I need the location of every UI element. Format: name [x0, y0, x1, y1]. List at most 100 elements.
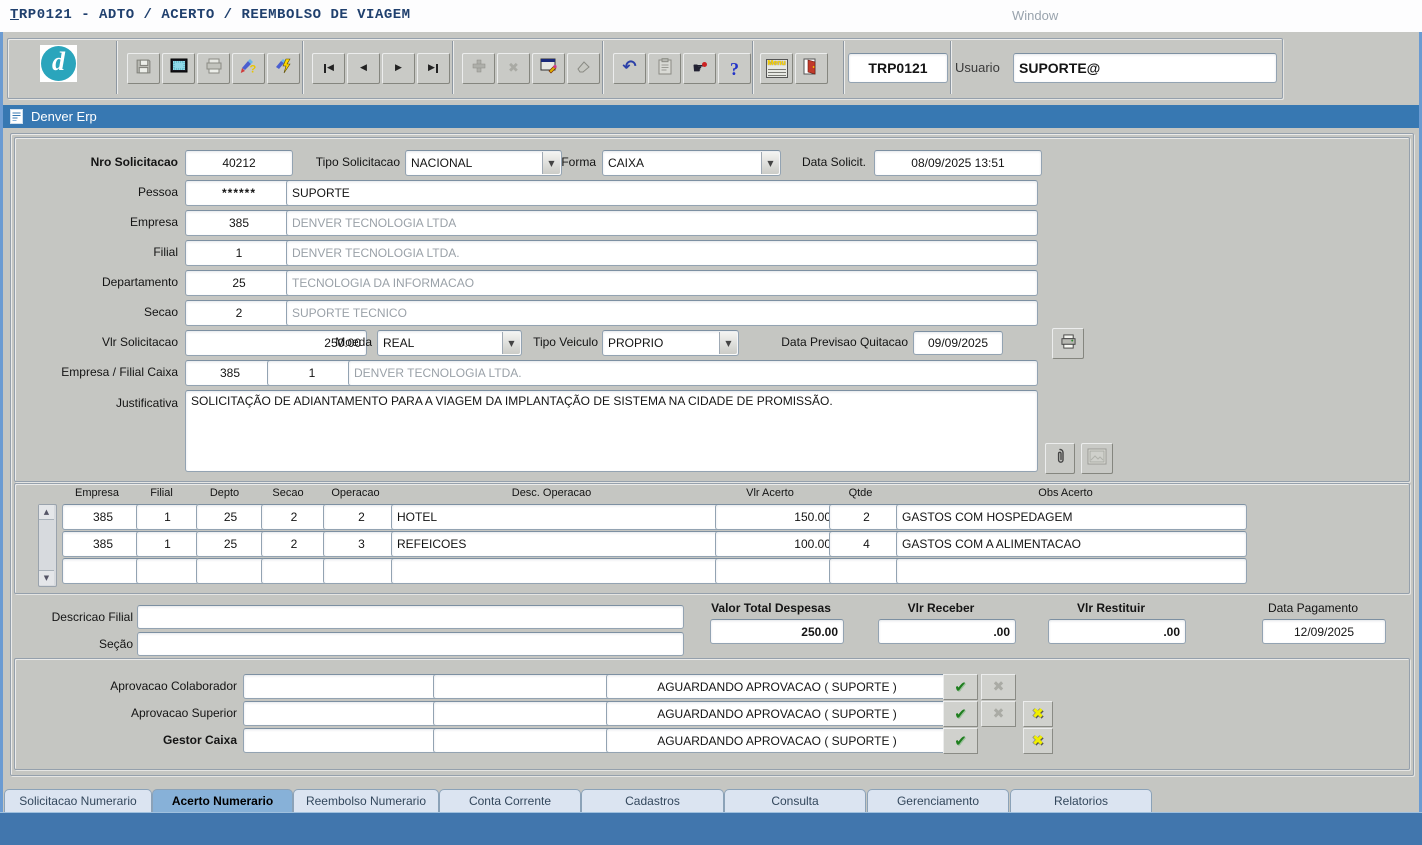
secao-code-field[interactable]: 2: [185, 300, 293, 326]
departamento-code-field[interactable]: 25: [185, 270, 293, 296]
chevron-down-icon[interactable]: ▼: [719, 332, 737, 354]
justificativa-textarea[interactable]: SOLICITAÇÃO DE ADIANTAMENTO PARA A VIAGE…: [185, 390, 1038, 472]
grid-cell[interactable]: HOTEL: [391, 504, 724, 530]
grid-cell[interactable]: GASTOS COM A ALIMENTACAO: [896, 531, 1247, 557]
check-icon: ✔: [954, 705, 967, 723]
approval-status-field: AGUARDANDO APROVACAO ( SUPORTE ): [606, 674, 948, 699]
chevron-down-icon[interactable]: ▼: [502, 332, 520, 354]
secao-total-label: Seção: [20, 633, 133, 655]
data-solicit-field[interactable]: 08/09/2025 13:51: [874, 150, 1042, 176]
nro-solicitacao-field[interactable]: 40212: [185, 150, 293, 176]
grid-cell[interactable]: [715, 558, 837, 584]
approval-user-field[interactable]: [433, 674, 613, 699]
menu-button[interactable]: Menu: [760, 53, 793, 84]
tab-reembolso-numerario[interactable]: Reembolso Numerario: [293, 789, 439, 812]
filial-caixa-field[interactable]: 1: [267, 360, 357, 386]
cancel-approval-button[interactable]: ✖: [1023, 701, 1053, 727]
forma-dropdown[interactable]: CAIXA ▼: [602, 150, 781, 176]
grid-cell[interactable]: 25: [196, 504, 265, 530]
reject-button[interactable]: ✖: [981, 701, 1016, 727]
denver-logo: d: [40, 45, 77, 82]
clear-button[interactable]: [567, 53, 600, 84]
approve-button[interactable]: ✔: [943, 674, 978, 700]
grid-cell[interactable]: 100.00: [715, 531, 837, 557]
approval-date-field[interactable]: [243, 701, 441, 726]
next-record-button[interactable]: ▶: [382, 53, 415, 84]
reject-button[interactable]: ✖: [981, 674, 1016, 700]
grid-cell[interactable]: 25: [196, 531, 265, 557]
cancel-approval-button[interactable]: ✖: [1023, 728, 1053, 754]
grid-cell[interactable]: [391, 558, 724, 584]
image-button[interactable]: [1081, 443, 1113, 474]
grid-cell[interactable]: REFEICOES: [391, 531, 724, 557]
grid-cell[interactable]: 3: [323, 531, 400, 557]
tab-conta-corrente[interactable]: Conta Corrente: [439, 789, 581, 812]
menu-icon-lines: [768, 69, 786, 76]
query-window-button[interactable]: [532, 53, 565, 84]
grid-cell[interactable]: 1: [136, 531, 199, 557]
menu-window[interactable]: Window: [1012, 8, 1058, 23]
tab-relatorios[interactable]: Relatorios: [1010, 789, 1152, 812]
empresa-code-field[interactable]: 385: [185, 210, 293, 236]
grid-cell[interactable]: 1: [136, 504, 199, 530]
grid-cell[interactable]: [136, 558, 199, 584]
exit-button[interactable]: [795, 53, 828, 84]
empresa-caixa-field[interactable]: 385: [185, 360, 275, 386]
tab-solicitacao-numerario[interactable]: Solicitacao Numerario: [4, 789, 152, 812]
tipo-veiculo-dropdown[interactable]: PROPRIO ▼: [602, 330, 739, 356]
tab-cadastros[interactable]: Cadastros: [581, 789, 724, 812]
print-request-button[interactable]: [1052, 328, 1084, 359]
help-button[interactable]: ?: [718, 53, 751, 84]
grid-cell[interactable]: [896, 558, 1247, 584]
tipo-veiculo-label: Tipo Veiculo: [520, 331, 598, 353]
approve-button[interactable]: ✔: [943, 728, 978, 754]
execute-button[interactable]: [267, 53, 300, 84]
pessoa-code-field[interactable]: ******: [185, 180, 293, 206]
tab-acerto-numerario[interactable]: Acerto Numerario: [152, 789, 293, 812]
filial-code-field[interactable]: 1: [185, 240, 293, 266]
query-help-button[interactable]: ?: [232, 53, 265, 84]
pessoa-name-field: SUPORTE: [286, 180, 1038, 206]
approval-user-field[interactable]: [433, 701, 613, 726]
grid-cell[interactable]: [62, 558, 144, 584]
tab-gerenciamento[interactable]: Gerenciamento: [867, 789, 1009, 812]
approve-button[interactable]: ✔: [943, 701, 978, 727]
grid-cell[interactable]: [261, 558, 327, 584]
scroll-down-button[interactable]: ▼: [39, 570, 54, 585]
moeda-dropdown[interactable]: REAL ▼: [377, 330, 522, 356]
grid-cell[interactable]: [196, 558, 265, 584]
grid-cell[interactable]: 2: [261, 531, 327, 557]
last-record-button[interactable]: ▶: [417, 53, 450, 84]
grid-cell[interactable]: GASTOS COM HOSPEDAGEM: [896, 504, 1247, 530]
grid-cell[interactable]: 2: [261, 504, 327, 530]
approval-date-field[interactable]: [243, 728, 441, 753]
approval-user-field[interactable]: [433, 728, 613, 753]
grid-cell[interactable]: 4: [829, 531, 904, 557]
grid-cell[interactable]: 2: [829, 504, 904, 530]
attachment-button[interactable]: [1045, 443, 1075, 474]
grid-cell[interactable]: 2: [323, 504, 400, 530]
print-button[interactable]: [197, 53, 230, 84]
usuario-field[interactable]: SUPORTE@: [1013, 53, 1277, 83]
tab-consulta[interactable]: Consulta: [724, 789, 866, 812]
grid-cell[interactable]: [829, 558, 904, 584]
grid-cell[interactable]: 385: [62, 504, 144, 530]
grid-cell[interactable]: 385: [62, 531, 144, 557]
grid-cell[interactable]: 150.00: [715, 504, 837, 530]
cut-button[interactable]: ☛: [683, 53, 716, 84]
add-record-button[interactable]: [462, 53, 495, 84]
tipo-solicitacao-dropdown[interactable]: NACIONAL ▼: [405, 150, 562, 176]
delete-record-button[interactable]: ✖: [497, 53, 530, 84]
scroll-up-button[interactable]: ▲: [39, 505, 54, 520]
screen-button[interactable]: [162, 53, 195, 84]
previous-record-button[interactable]: ◀: [347, 53, 380, 84]
paste-button[interactable]: [648, 53, 681, 84]
undo-button[interactable]: ↶: [613, 53, 646, 84]
chevron-down-icon[interactable]: ▼: [761, 152, 779, 174]
data-previsao-quitacao-field[interactable]: 09/09/2025: [913, 331, 1003, 355]
save-button[interactable]: [127, 53, 160, 84]
plus-icon: [471, 58, 487, 79]
approval-date-field[interactable]: [243, 674, 441, 699]
grid-cell[interactable]: [323, 558, 400, 584]
first-record-button[interactable]: ◀: [312, 53, 345, 84]
